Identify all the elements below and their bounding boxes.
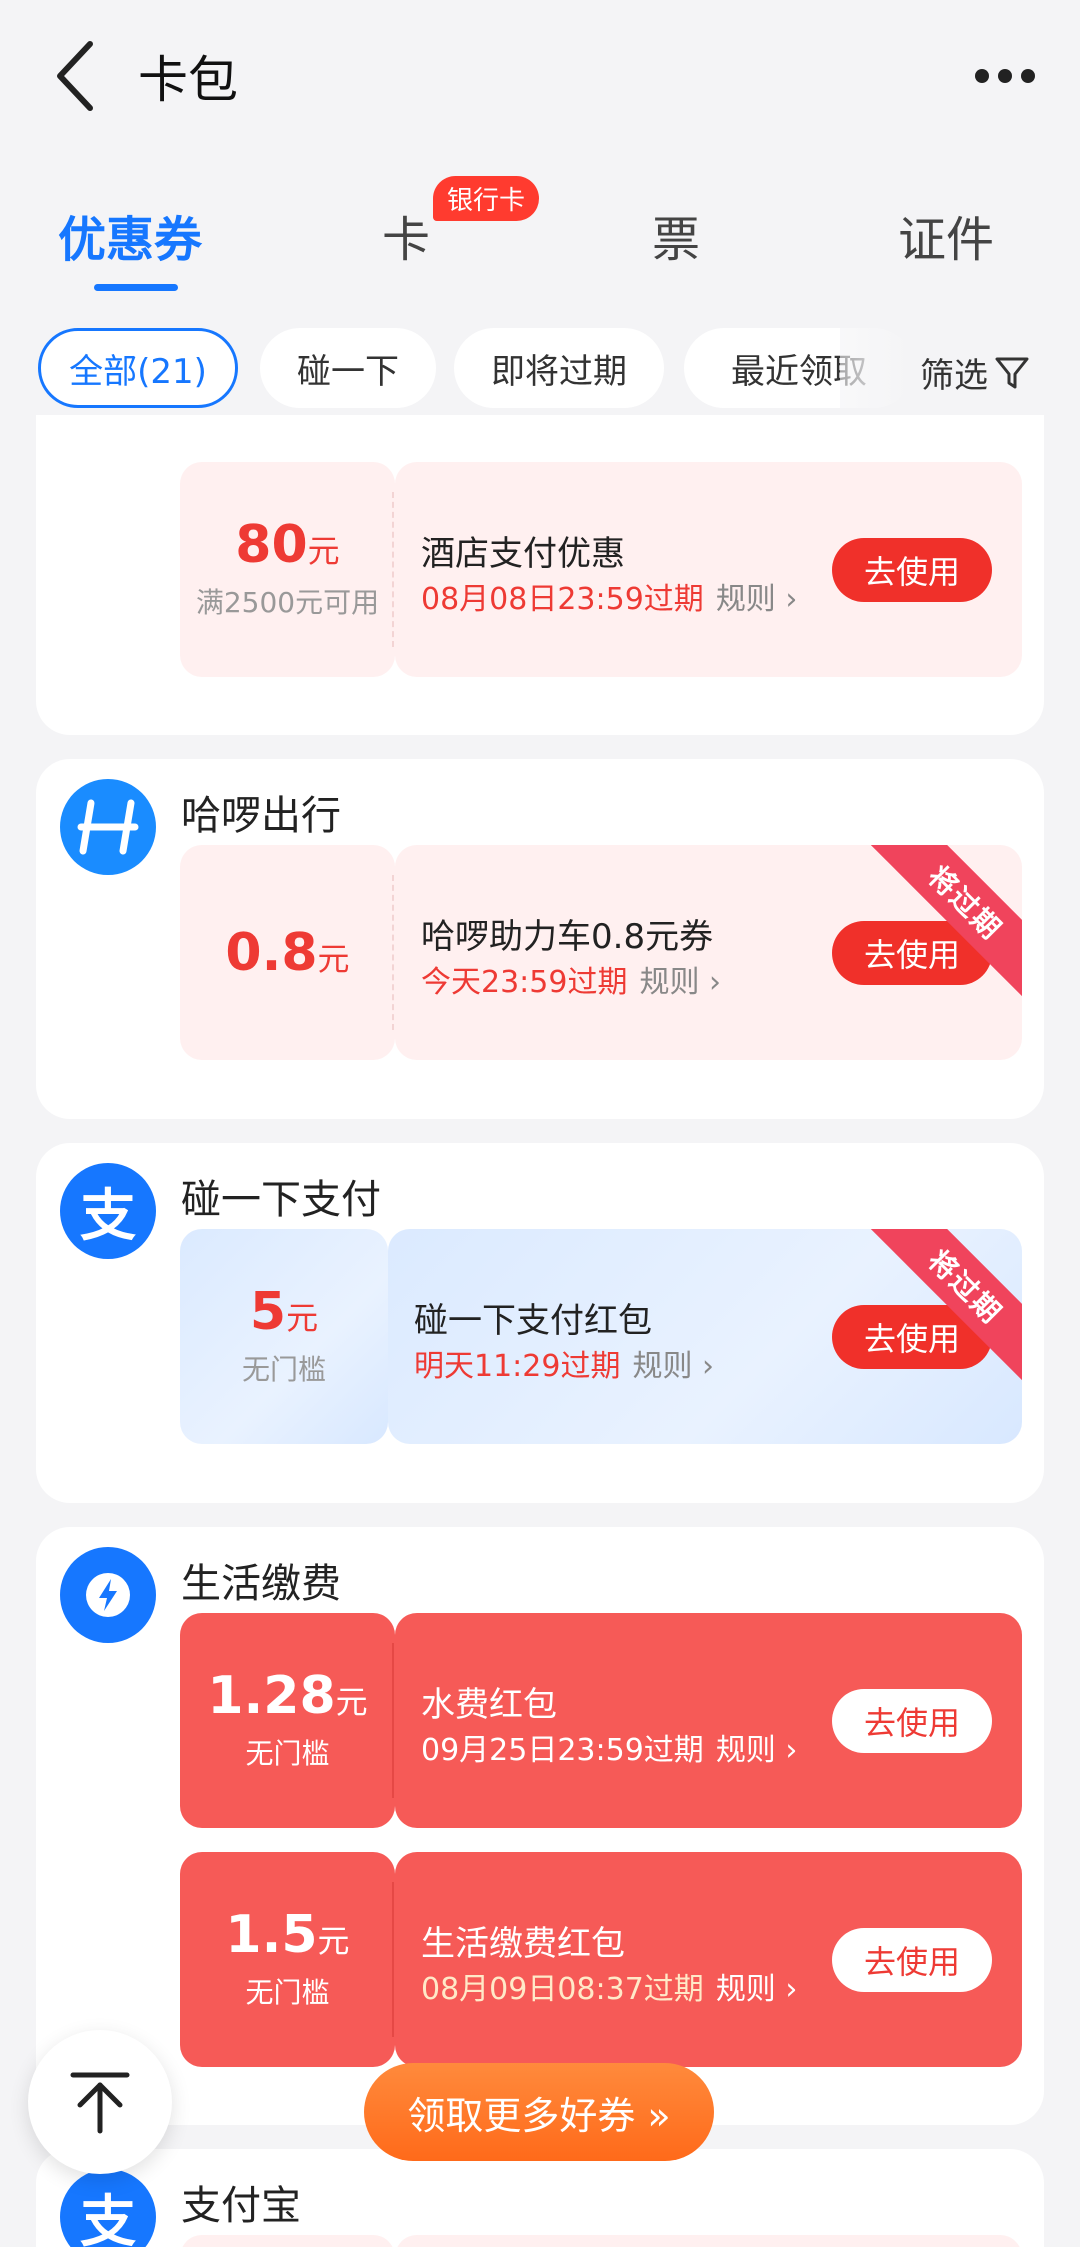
chevron-right-icon: › [709, 965, 722, 1000]
coupon-condition: 无门槛 [241, 1352, 326, 1386]
coupon-condition: 无门槛 [245, 1736, 330, 1770]
merchant-name: 碰一下支付 [181, 1177, 381, 1223]
coupon-value: 80元 满2500元可用 [180, 462, 395, 677]
coupon-unit: 元 [335, 1682, 368, 1721]
top-bar: 卡包 [0, 0, 1080, 150]
coupon-value: 1.28元 无门槛 [180, 1613, 395, 1828]
use-button[interactable]: 去使用 [832, 1928, 992, 1992]
active-tab-indicator [94, 284, 178, 291]
merchant-card: 哈啰出行 0.8元 哈啰助力车0.8元券 今天23:59过期 规则 › 去使用 将… [36, 759, 1044, 1119]
hello-logo-icon [60, 779, 156, 875]
merchant-name: 生活缴费 [181, 1561, 341, 1607]
merchant-name: 支付宝 [181, 2183, 301, 2229]
back-to-top-button[interactable] [28, 2030, 172, 2174]
tab-documents[interactable]: 证件 [898, 200, 994, 270]
get-more-coupons-button[interactable]: 领取更多好券 » [364, 2063, 714, 2161]
coupon-expiry: 08月09日08:37过期 规则 › [421, 1972, 798, 2007]
filter-chip-expiring[interactable]: 即将过期 [454, 328, 664, 408]
coupon-amount: 1.28 [207, 1665, 336, 1726]
rule-link[interactable]: 规则 › [639, 965, 721, 1000]
tab-coupons[interactable]: 优惠券 [58, 200, 202, 270]
alipay-logo-icon: 支 [60, 1163, 156, 1259]
coupon-unit: 元 [317, 939, 350, 978]
back-arrow-icon[interactable] [48, 36, 108, 116]
coupon-name: 碰一下支付红包 [414, 1301, 652, 1341]
coupon-condition: 满2500元可用 [195, 585, 380, 619]
coupon-expiry: 09月25日23:59过期 规则 › [421, 1733, 798, 1768]
coupon-expiry: 今天23:59过期 规则 › [421, 965, 722, 1000]
coupon-item: 0.8元 哈啰助力车0.8元券 今天23:59过期 规则 › 去使用 将过期 [180, 845, 1022, 1060]
merchant-card: 80元 满2500元可用 酒店支付优惠 08月08日23:59过期 规则 › 去使… [36, 415, 1044, 735]
bank-card-badge: 银行卡 [433, 176, 540, 221]
merchant-card: 支 碰一下支付 5元 无门槛 碰一下支付红包 明天11:29过期 规则 › 去使用… [36, 1143, 1044, 1503]
coupon-value: 0.8元 [180, 845, 395, 1060]
coupon-amount: 80 [235, 514, 308, 575]
more-options-icon[interactable] [970, 56, 1040, 96]
coupon-unit: 元 [307, 531, 340, 570]
coupon-list: 80元 满2500元可用 酒店支付优惠 08月08日23:59过期 规则 › 去使… [0, 415, 1080, 2247]
coupon-value: 5元 无门槛 [180, 1229, 388, 1444]
use-button[interactable]: 去使用 [832, 1689, 992, 1753]
coupon-value: 1.5元 无门槛 [180, 1852, 395, 2067]
tab-tickets[interactable]: 票 [652, 200, 700, 270]
coupon-condition: 无门槛 [245, 1975, 330, 2009]
arrow-up-icon [70, 2072, 130, 2134]
coupon-amount: 5 [249, 1281, 287, 1342]
coupon-item: 1.28元 无门槛 水费红包 09月25日23:59过期 规则 › 去使用 [180, 1613, 1022, 1828]
coupon-amount: 1.5 [225, 1904, 318, 1965]
category-tabs: 优惠券 卡 银行卡 票 证件 [0, 170, 1080, 300]
tab-cards[interactable]: 卡 [382, 200, 430, 270]
funnel-icon [995, 357, 1029, 388]
chevron-right-icon: › [785, 582, 798, 617]
filter-bar: 全部(21) 碰一下 即将过期 最近领取 筛选 [0, 326, 1080, 412]
chevron-right-icon: › [785, 1972, 798, 2007]
merchant-card: 支 支付宝 [36, 2149, 1044, 2247]
coupon-name: 哈啰助力车0.8元券 [421, 917, 714, 957]
coupon-expiry: 明天11:29过期 规则 › [414, 1349, 715, 1384]
lightning-icon [60, 1547, 156, 1643]
coupon-item: 5元 无门槛 碰一下支付红包 明天11:29过期 规则 › 去使用 将过期 [180, 1229, 1022, 1444]
coupon-name: 水费红包 [421, 1685, 557, 1725]
rule-link[interactable]: 规则 › [716, 1733, 798, 1768]
chevron-right-icon: › [785, 1733, 798, 1768]
rule-link[interactable]: 规则 › [716, 582, 798, 617]
rule-link[interactable]: 规则 › [632, 1349, 714, 1384]
coupon-unit: 元 [286, 1298, 319, 1337]
filter-chip-nfc[interactable]: 碰一下 [260, 328, 436, 408]
filter-label: 筛选 [920, 356, 988, 396]
coupon-expiry: 08月08日23:59过期 规则 › [421, 582, 798, 617]
alipay-logo-icon: 支 [60, 2169, 156, 2247]
merchant-card: 生活缴费 1.28元 无门槛 水费红包 09月25日23:59过期 规则 › 去使… [36, 1527, 1044, 2125]
merchant-name: 哈啰出行 [181, 793, 341, 839]
filter-button[interactable]: 筛选 [920, 348, 1030, 397]
coupon-item: 1.5元 无门槛 生活缴费红包 08月09日08:37过期 规则 › 去使用 [180, 1852, 1022, 2067]
use-button[interactable]: 去使用 [832, 538, 992, 602]
coupon-name: 生活缴费红包 [421, 1924, 625, 1964]
coupon-name: 酒店支付优惠 [421, 534, 625, 574]
coupon-amount: 0.8 [225, 922, 318, 983]
chevron-right-icon: › [702, 1349, 715, 1384]
page-title: 卡包 [138, 51, 238, 109]
filter-chip-all[interactable]: 全部(21) [38, 328, 238, 408]
rule-link[interactable]: 规则 › [716, 1972, 798, 2007]
coupon-unit: 元 [317, 1921, 350, 1960]
coupon-partial [180, 2235, 1022, 2247]
coupon-item: 80元 满2500元可用 酒店支付优惠 08月08日23:59过期 规则 › 去使… [180, 462, 1022, 677]
